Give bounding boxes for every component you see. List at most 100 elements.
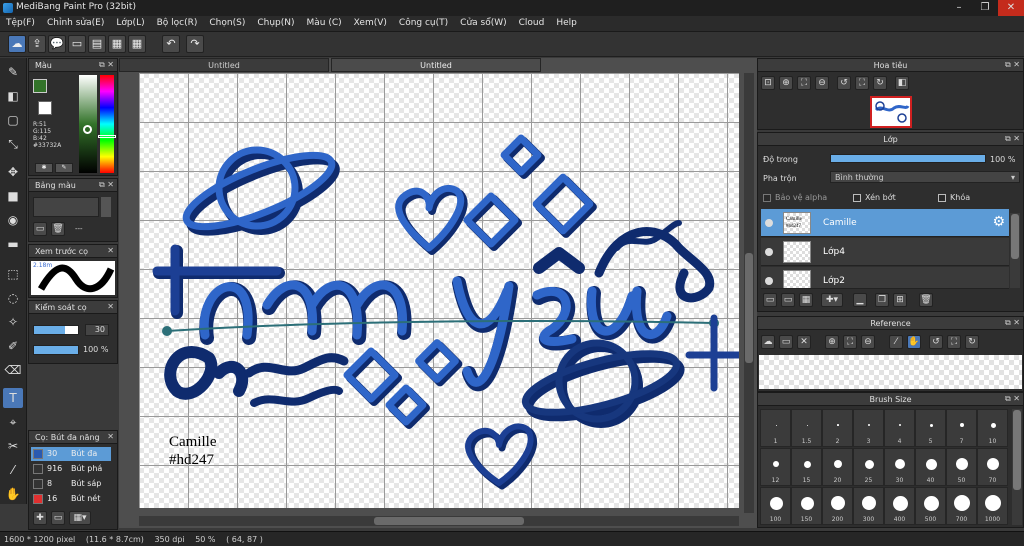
close-icon[interactable]: ✕ [998,0,1024,16]
grid-icon[interactable]: ▦ [128,35,146,53]
background-color-swatch[interactable] [38,101,52,115]
minimize-icon[interactable]: – [946,0,972,16]
brush-size-10[interactable]: 10 [977,409,1008,447]
blend-mode-select[interactable]: Bình thường ▾ [830,171,1020,183]
brush-size-25[interactable]: 25 [853,448,884,486]
color-picker-handle[interactable] [83,125,92,134]
brush-size-15[interactable]: 15 [791,448,822,486]
delete-palette-icon[interactable]: 🗑 [51,222,65,236]
gear-icon[interactable]: ⚙ [992,214,1005,230]
canvas-vertical-scrollbar[interactable] [744,73,754,513]
tab-untitled-1[interactable]: Untitled [119,58,329,72]
menu-color[interactable]: Màu (C) [301,16,348,28]
cloud-icon[interactable]: ☁ [8,35,26,53]
fill-shape-icon[interactable]: ■ [3,186,23,206]
menu-select[interactable]: Chọn(S) [203,16,251,28]
brush-size-5[interactable]: 5 [915,409,946,447]
canvas-horizontal-scrollbar[interactable] [139,516,739,526]
text-tool-icon[interactable]: T [3,388,23,408]
duplicate-layer-icon[interactable]: ❐ [875,293,889,307]
brush-size-200[interactable]: 200 [822,487,853,525]
hue-slider[interactable] [98,75,116,173]
eye-icon[interactable] [765,248,773,256]
menu-cloud[interactable]: Cloud [513,16,551,28]
line-tool-icon[interactable]: ⤡ [3,134,23,154]
ref-hand-icon[interactable]: ✋ [907,335,921,349]
undo-icon[interactable]: ↶ [162,35,180,53]
new-folder-icon[interactable]: ▭ [781,293,795,307]
nav-zoom-out-icon[interactable]: ⊖ [815,76,829,90]
ref-cloud-icon[interactable]: ☁ [761,335,775,349]
brush-size-100[interactable]: 100 [760,487,791,525]
layer-scrollbar[interactable] [1010,213,1020,288]
ref-rotate-right-icon[interactable]: ↻ [965,335,979,349]
eyedropper-icon[interactable]: ⁄ [3,460,23,480]
layer-item-lop4[interactable]: Lớp4 [761,238,1009,266]
lock-checkbox[interactable]: Khóa [938,193,970,202]
menu-filter[interactable]: Bộ lọc(R) [151,16,204,28]
menu-layer[interactable]: Lớp(L) [110,16,150,28]
brush-size-40[interactable]: 40 [915,448,946,486]
eraser-tool-icon[interactable]: ◧ [3,86,23,106]
lasso-icon[interactable]: ◌ [3,288,23,308]
ref-open-icon[interactable]: ▭ [779,335,793,349]
ref-zoom-out-icon[interactable]: ⊖ [861,335,875,349]
nav-flip-icon[interactable]: ◧ [895,76,909,90]
foreground-color-swatch[interactable] [33,79,47,93]
layer-opacity-slider[interactable] [830,154,986,163]
menu-edit[interactable]: Chỉnh sửa(E) [41,16,110,28]
bucket-tool-icon[interactable]: ◉ [3,210,23,230]
ref-fit-icon[interactable]: ⛶ [843,335,857,349]
brush-opacity-slider[interactable] [33,345,79,355]
color-add-button[interactable]: ✱ [35,163,53,173]
brush-size-4[interactable]: 4 [884,409,915,447]
move-down-icon[interactable]: ▁ [853,293,867,307]
color-pick-button[interactable]: ✎ [55,163,73,173]
nav-rotate-right-icon[interactable]: ↻ [873,76,887,90]
select-rect-icon[interactable]: ⬚ [3,264,23,284]
tab-untitled-2[interactable]: Untitled [331,58,541,72]
brush-size-400[interactable]: 400 [884,487,915,525]
menu-view[interactable]: Xem(V) [348,16,393,28]
nav-zoom-fit-icon[interactable]: ⊡ [761,76,775,90]
comment-icon[interactable]: ▭ [68,35,86,53]
brush-size-30[interactable]: 30 [884,448,915,486]
eye-icon[interactable] [765,277,773,285]
brush-size-300[interactable]: 300 [853,487,884,525]
delete-layer-icon[interactable]: 🗑 [919,293,933,307]
rect-tool-icon[interactable]: ▢ [3,110,23,130]
select-eraser-icon[interactable]: ⌫ [3,360,23,380]
menu-file[interactable]: Tệp(F) [0,16,41,28]
brush-size-7[interactable]: 7 [946,409,977,447]
gradient-tool-icon[interactable]: ▬ [3,234,23,254]
brush-size-slider[interactable] [33,325,79,335]
upload-icon[interactable]: ⇪ [28,35,46,53]
color-value-field[interactable] [79,75,97,173]
palette-swatch-area[interactable] [33,197,99,217]
menu-tools[interactable]: Công cụ(T) [393,16,454,28]
brush-size-500[interactable]: 500 [915,487,946,525]
brush-size-70[interactable]: 70 [977,448,1008,486]
hue-slider-handle[interactable] [98,135,116,138]
brush-size-2[interactable]: 2 [822,409,853,447]
move-tool-icon[interactable]: ✥ [3,162,23,182]
brush-item-3[interactable]: 16 Bút nét [31,492,111,506]
chat-icon[interactable]: 💬 [48,35,66,53]
operation-tool-icon[interactable]: ⌖ [3,412,23,432]
ref-rotate-left-icon[interactable]: ↺ [929,335,943,349]
brush-size-12[interactable]: 12 [760,448,791,486]
brush-menu-icon[interactable]: ▦▾ [69,511,91,525]
protect-alpha-checkbox[interactable]: Bảo vệ alpha [763,193,827,202]
brush-item-1[interactable]: 916 Bút phá [31,462,111,476]
brush-tool-icon[interactable]: ✎ [3,62,23,82]
ref-zoom-in-icon[interactable]: ⊕ [825,335,839,349]
brush-size-value[interactable]: 30 [85,324,109,336]
brush-size-1.5[interactable]: 1.5 [791,409,822,447]
brush-size-1000[interactable]: 1000 [977,487,1008,525]
reference-image-area[interactable] [759,355,1022,389]
menu-help[interactable]: Help [550,16,583,28]
navigator-thumbnail[interactable] [870,96,912,128]
brush-item-0[interactable]: 30 Bút đa [31,447,111,461]
merge-layer-icon[interactable]: ⊞ [893,293,907,307]
hand-tool-icon[interactable]: ✋ [3,484,23,504]
